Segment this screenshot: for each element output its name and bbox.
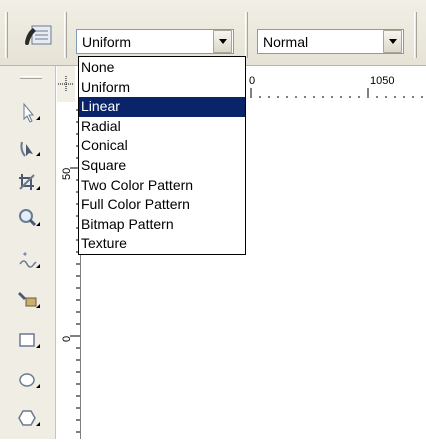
toolbar-separator (245, 12, 248, 58)
toolbar-grip[interactable] (5, 12, 8, 58)
interactive-fill-icon[interactable] (23, 22, 53, 48)
fill-type-value: Uniform (82, 33, 132, 50)
chevron-down-icon (388, 39, 397, 44)
fill-option-square[interactable]: Square (79, 156, 245, 176)
ruler-label-50: 50 (61, 168, 73, 180)
toolbox (0, 66, 56, 439)
toolbar-separator (64, 12, 67, 58)
merge-mode-value: Normal (263, 33, 309, 50)
ruler-label-0-vertical: 0 (61, 336, 73, 342)
fill-type-dropdown-list: None Uniform Linear Radial Conical Squar… (78, 56, 246, 255)
merge-mode-dropdown-button[interactable] (383, 30, 402, 53)
rectangle-tool-icon[interactable] (16, 328, 42, 354)
fill-option-linear[interactable]: Linear (79, 97, 245, 117)
crop-tool-icon[interactable] (16, 170, 42, 196)
zoom-tool-icon[interactable] (16, 206, 42, 232)
fill-type-combo[interactable]: Uniform (76, 29, 234, 54)
fill-option-full-color-pattern[interactable]: Full Color Pattern (79, 195, 245, 215)
fill-option-none[interactable]: None (79, 58, 245, 78)
polygon-tool-icon[interactable] (16, 406, 42, 432)
merge-mode-combo[interactable]: Normal (257, 29, 404, 54)
fill-type-dropdown-button[interactable] (213, 30, 232, 53)
fill-option-two-color-pattern[interactable]: Two Color Pattern (79, 176, 245, 196)
freehand-tool-icon[interactable] (16, 248, 42, 274)
ruler-origin[interactable] (57, 66, 75, 102)
fill-option-uniform[interactable]: Uniform (79, 78, 245, 98)
toolbox-grip[interactable] (20, 76, 42, 79)
ellipse-tool-icon[interactable] (16, 368, 42, 394)
fill-option-texture[interactable]: Texture (79, 234, 245, 254)
fill-option-bitmap-pattern[interactable]: Bitmap Pattern (79, 215, 245, 235)
fill-option-conical[interactable]: Conical (79, 136, 245, 156)
chevron-down-icon (218, 39, 227, 44)
ruler-label-0: 0 (249, 75, 255, 87)
smart-fill-tool-icon[interactable] (16, 288, 42, 314)
pick-tool-icon[interactable] (16, 100, 42, 126)
ruler-label-1050: 1050 (370, 75, 394, 87)
shape-tool-icon[interactable] (16, 136, 42, 162)
toolbar-separator (414, 12, 417, 58)
fill-option-radial[interactable]: Radial (79, 117, 245, 137)
